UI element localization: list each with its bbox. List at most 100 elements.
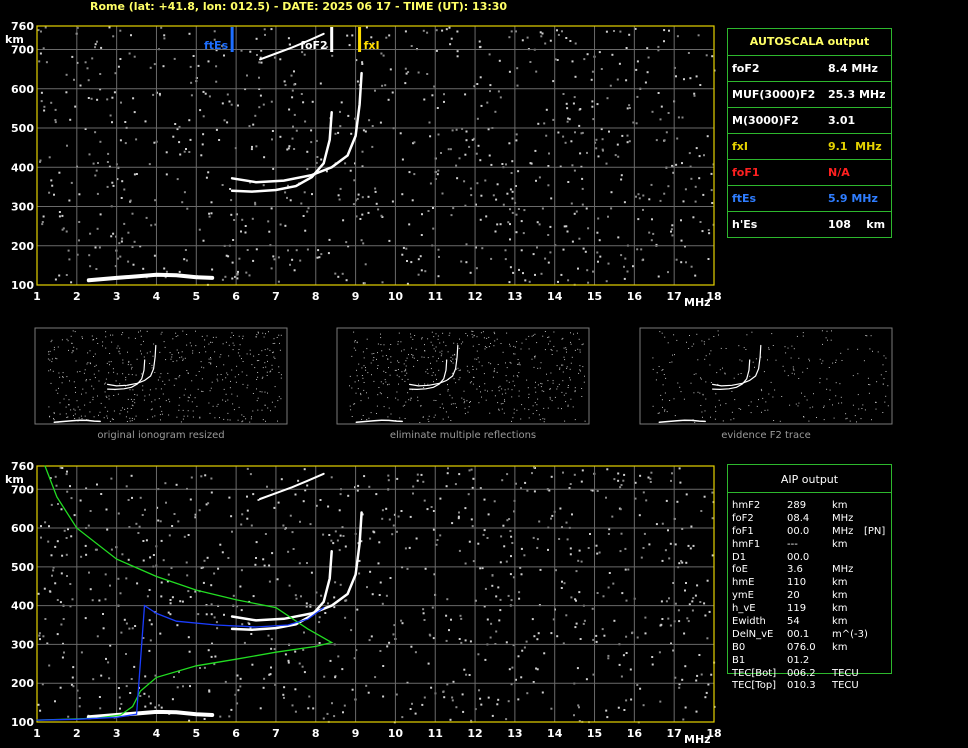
thumbnail-noise xyxy=(734,399,736,401)
noise-dot xyxy=(189,498,192,501)
noise-dot xyxy=(299,520,301,523)
thumbnail-noise xyxy=(765,401,767,403)
thumbnail-noise xyxy=(809,407,811,409)
thumbnail-noise xyxy=(803,416,805,418)
noise-dot xyxy=(596,490,599,492)
thumbnail-noise xyxy=(868,384,870,385)
noise-dot xyxy=(231,530,233,533)
noise-dot xyxy=(47,540,50,543)
noise-dot xyxy=(240,569,243,572)
noise-dot xyxy=(677,609,680,612)
noise-dot xyxy=(689,547,692,550)
thumbnail-noise xyxy=(793,369,795,371)
noise-dot xyxy=(509,530,512,532)
thumbnail-noise xyxy=(835,395,837,397)
noise-dot xyxy=(179,600,182,603)
noise-dot xyxy=(294,493,297,496)
thumbnail-noise xyxy=(862,404,864,406)
x-tick-label: 8 xyxy=(312,727,320,740)
thumbnail-noise xyxy=(857,348,859,350)
noise-dot xyxy=(507,700,510,703)
noise-dot xyxy=(56,633,59,636)
aip-name: foF1 xyxy=(732,525,754,537)
noise-dot xyxy=(331,702,333,705)
thumbnail-noise xyxy=(819,382,821,384)
thumbnail-noise xyxy=(863,360,865,362)
noise-dot xyxy=(104,573,107,576)
noise-dot xyxy=(539,568,542,571)
noise-dot xyxy=(117,577,120,580)
noise-dot xyxy=(392,524,395,527)
noise-dot xyxy=(409,515,412,518)
noise-dot xyxy=(171,525,174,527)
thumbnail-noise xyxy=(813,393,814,395)
aip-row: hmF1 --- km xyxy=(732,539,892,552)
noise-dot xyxy=(691,600,694,603)
x-tick-label: 13 xyxy=(507,727,522,740)
aip-value: 076.0 xyxy=(787,641,816,653)
noise-dot xyxy=(582,622,585,625)
thumbnail-noise xyxy=(764,409,766,411)
noise-dot xyxy=(175,483,178,486)
thumbnail-noise xyxy=(887,405,889,407)
thumbnail-noise xyxy=(841,360,843,361)
noise-dot xyxy=(517,698,520,701)
noise-dot xyxy=(236,674,239,677)
noise-dot xyxy=(239,685,242,688)
noise-dot xyxy=(575,622,578,625)
noise-dot xyxy=(67,715,70,718)
noise-dot xyxy=(506,473,509,476)
autoscala-label: h'Es xyxy=(732,218,758,231)
noise-dot xyxy=(318,616,321,619)
noise-dot xyxy=(630,698,633,701)
aip-row: hmF2 289 km xyxy=(732,500,892,513)
noise-dot xyxy=(477,653,480,656)
thumbnail-noise xyxy=(775,359,777,361)
noise-dot xyxy=(37,703,40,706)
noise-dot xyxy=(591,607,594,610)
noise-dot xyxy=(38,634,41,637)
thumbnail-noise xyxy=(828,367,830,368)
noise-dot xyxy=(187,534,190,536)
noise-dot xyxy=(422,612,425,615)
noise-dot xyxy=(148,619,151,622)
thumbnail-noise xyxy=(784,370,786,372)
noise-dot xyxy=(526,692,529,695)
noise-dot xyxy=(472,477,475,480)
noise-dot xyxy=(345,599,348,602)
noise-dot xyxy=(668,597,670,600)
thumbnail-noise xyxy=(792,366,794,368)
noise-dot xyxy=(39,709,42,712)
noise-dot xyxy=(623,473,626,476)
aip-name: B1 xyxy=(732,654,746,666)
noise-dot xyxy=(505,560,508,563)
noise-dot xyxy=(681,561,684,564)
noise-dot xyxy=(303,671,306,674)
noise-dot xyxy=(54,700,56,703)
noise-dot xyxy=(636,684,639,686)
noise-dot xyxy=(424,567,427,570)
noise-dot xyxy=(423,499,426,502)
noise-dot xyxy=(499,561,502,564)
noise-dot xyxy=(436,539,439,541)
autoscala-row: M(3000)F2 3.01 xyxy=(728,107,891,133)
noise-dot xyxy=(102,613,104,615)
autoscala-row: fxI 9.1 MHz xyxy=(728,133,891,159)
noise-dot xyxy=(620,532,623,535)
noise-dot xyxy=(520,547,523,550)
noise-dot xyxy=(199,667,201,669)
thumbnail-noise xyxy=(751,331,753,333)
noise-dot xyxy=(622,479,625,482)
thumbnail-noise xyxy=(740,373,742,374)
noise-dot xyxy=(162,559,165,562)
noise-dot xyxy=(57,503,59,505)
noise-dot xyxy=(148,589,151,591)
noise-dot xyxy=(573,473,576,476)
noise-dot xyxy=(678,562,681,565)
noise-dot xyxy=(688,603,691,606)
noise-dot xyxy=(511,542,514,544)
noise-dot xyxy=(66,490,69,493)
noise-dot xyxy=(381,509,384,512)
noise-dot xyxy=(495,595,498,598)
y-tick-label: 760 xyxy=(11,460,34,473)
